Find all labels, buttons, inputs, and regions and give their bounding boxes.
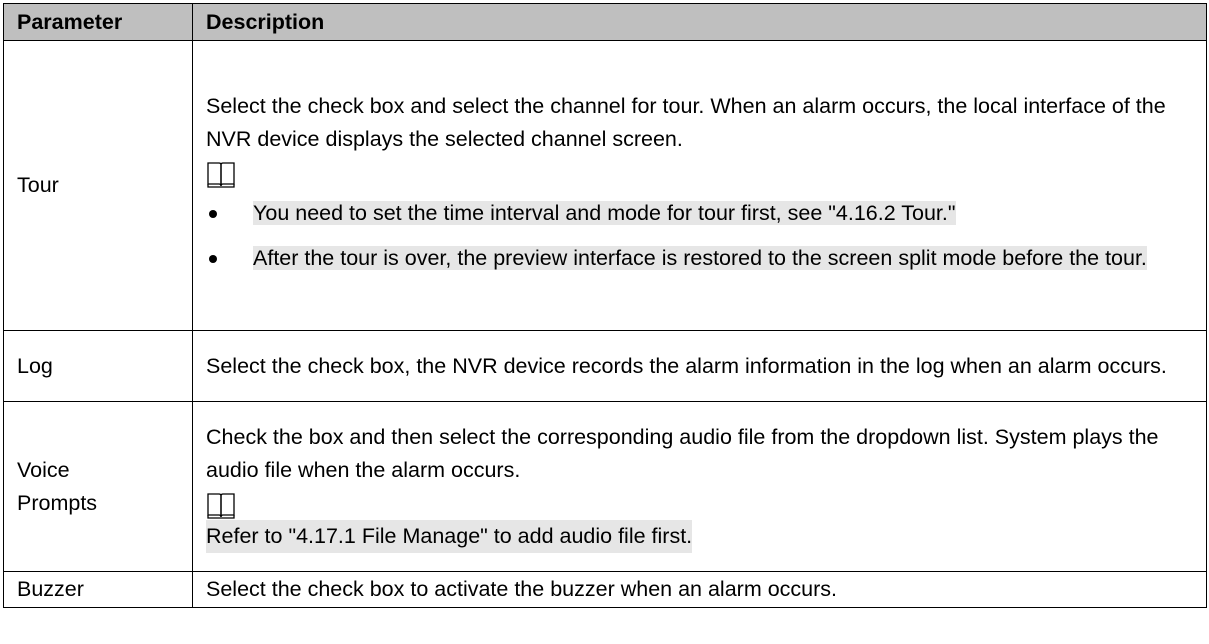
bullet-text: You need to set the time interval and mo… xyxy=(253,201,956,225)
book-note-icon xyxy=(207,492,235,519)
bullet-text: After the tour is over, the preview inte… xyxy=(253,246,1147,270)
header-parameter: Parameter xyxy=(3,3,193,41)
table-row-voice-prompts: Voice Prompts Check the box and then sel… xyxy=(3,401,1207,572)
description-cell: Select the check box to activate the buz… xyxy=(192,571,1207,608)
note-bullet-list: You need to set the time interval and mo… xyxy=(206,197,1206,275)
note-text: Refer to "4.17.1 File Manage" to add aud… xyxy=(206,519,693,553)
list-item: You need to set the time interval and mo… xyxy=(206,197,1206,230)
header-description: Description xyxy=(192,3,1207,41)
description-text: Check the box and then select the corres… xyxy=(206,424,1159,482)
parameter-table: Parameter Description Tour Select the ch… xyxy=(3,3,1207,608)
description-cell: Check the box and then select the corres… xyxy=(192,401,1207,572)
table-row-log: Log Select the check box, the NVR device… xyxy=(3,330,1207,402)
parameter-cell: Log xyxy=(3,330,193,402)
description-text: Select the check box and select the chan… xyxy=(206,94,1166,151)
table-row-buzzer: Buzzer Select the check box to activate … xyxy=(3,571,1207,608)
list-item: After the tour is over, the preview inte… xyxy=(206,242,1206,275)
parameter-cell: Tour xyxy=(3,40,193,331)
table-row-tour: Tour Select the check box and select the… xyxy=(3,40,1207,331)
book-note-icon xyxy=(207,162,235,188)
table-header-row: Parameter Description xyxy=(3,3,1207,41)
bullet-icon xyxy=(209,210,217,218)
description-cell: Select the check box, the NVR device rec… xyxy=(192,330,1207,402)
description-cell: Select the check box and select the chan… xyxy=(192,40,1207,331)
bullet-icon xyxy=(209,255,217,263)
parameter-cell: Voice Prompts xyxy=(3,401,193,572)
parameter-cell: Buzzer xyxy=(3,571,193,608)
document-page: Parameter Description Tour Select the ch… xyxy=(0,0,1209,644)
